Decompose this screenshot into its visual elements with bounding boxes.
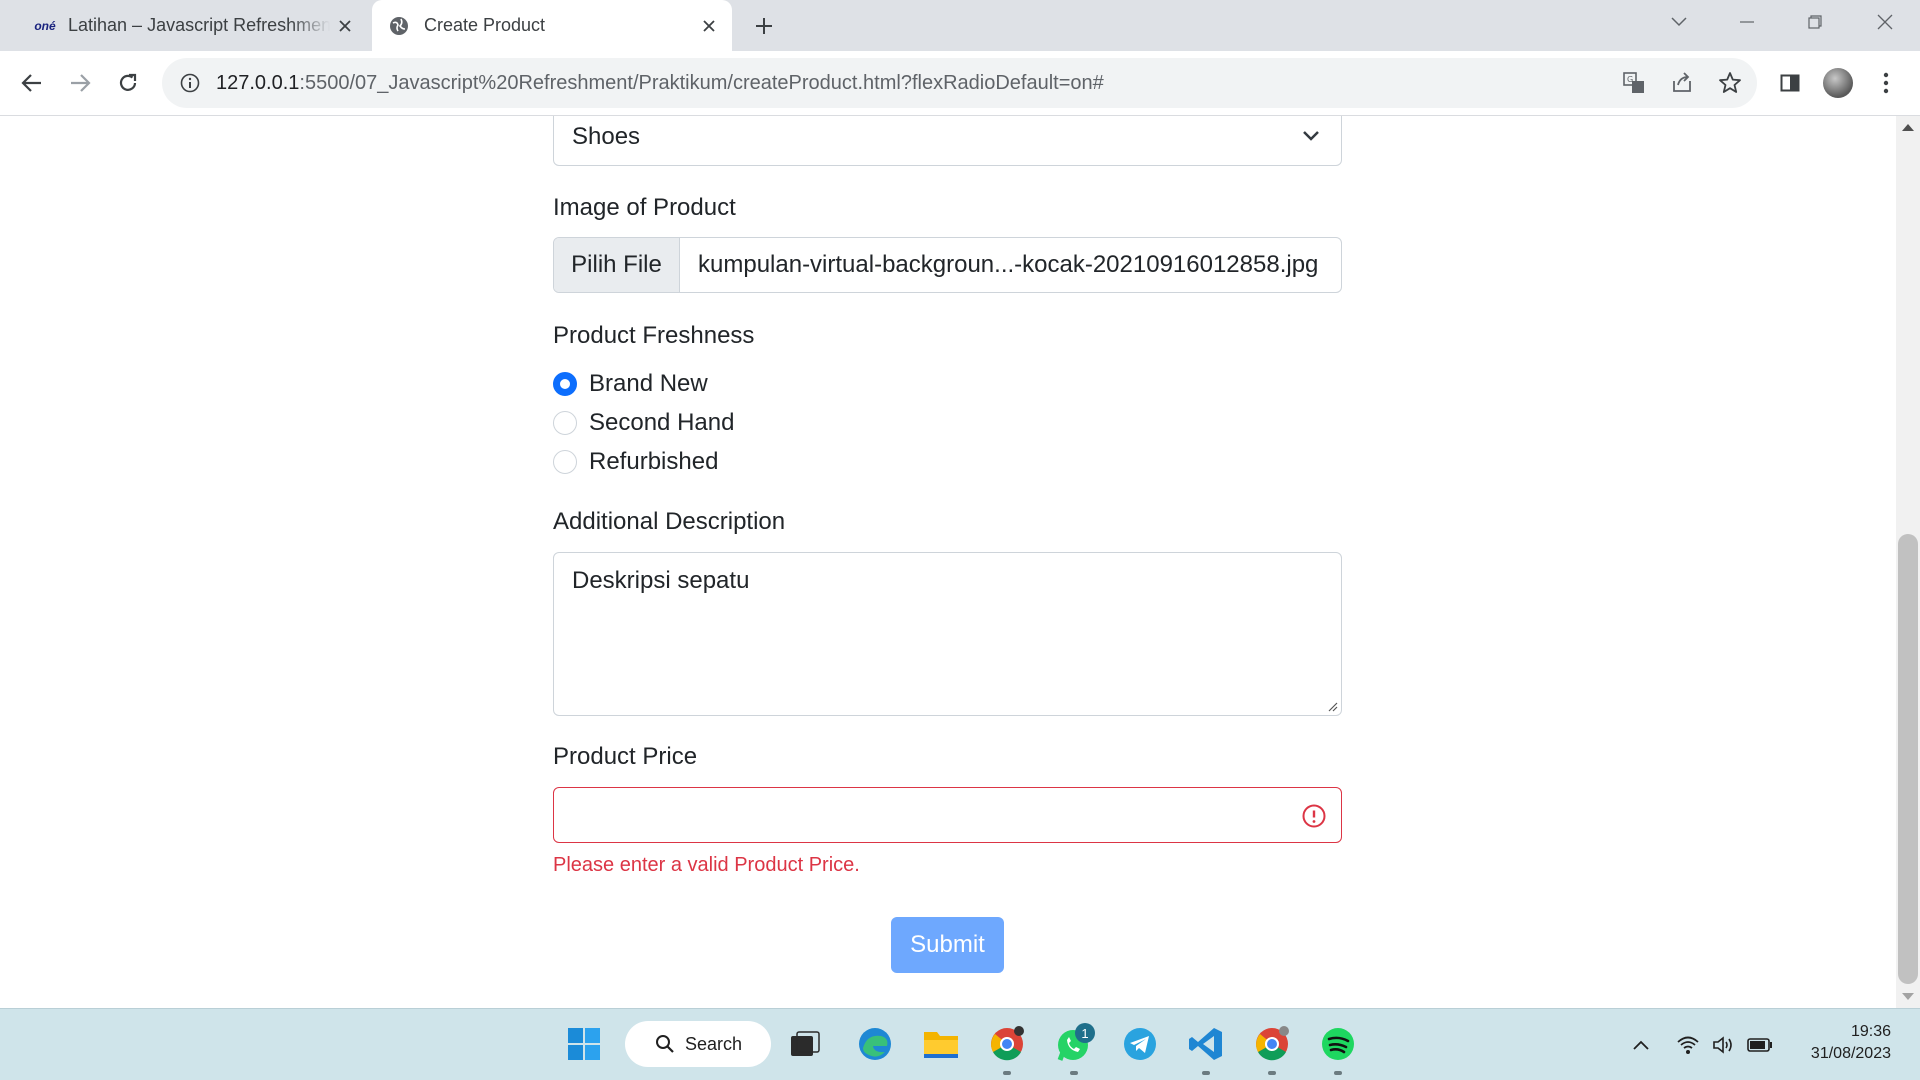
vscode-icon [1189,1028,1222,1060]
translate-icon[interactable]: G [1620,69,1648,97]
avatar [1823,68,1853,98]
windows-logo-icon [568,1028,600,1060]
edge-icon [859,1028,891,1060]
page-scrollbar[interactable] [1896,116,1920,1008]
tab-latihan[interactable]: oné Latihan – Javascript Refreshment [16,0,368,51]
windows-taskbar: Search 1 19:36 31/08/2023 [0,1008,1920,1080]
task-view-icon [791,1031,820,1056]
task-view-button[interactable] [782,1021,828,1067]
description-label: Additional Description [553,508,786,535]
spotify-app[interactable] [1315,1021,1361,1075]
side-panel-icon[interactable] [1770,63,1810,103]
spotify-icon [1322,1028,1354,1060]
file-explorer-app[interactable] [918,1021,964,1067]
price-label: Product Price [553,743,698,770]
close-tab-icon[interactable] [330,11,360,41]
chrome-profile-app[interactable] [1249,1021,1295,1075]
scroll-up-arrow-icon[interactable] [1902,124,1914,131]
address-bar[interactable]: 127.0.0.1:5500/07_Javascript%20Refreshme… [162,58,1757,108]
tab-title: Latihan – Javascript Refreshment [68,15,330,35]
radio-label: Refurbished [589,448,719,475]
page-viewport: Shoes Image of Product Pilih File kumpul… [0,116,1896,1008]
price-input[interactable] [553,787,1342,843]
category-select-value: Shoes [572,123,641,150]
image-label: Image of Product [553,194,736,221]
tab-title: Create Product [424,15,546,35]
category-select[interactable]: Shoes [553,116,1342,166]
search-icon [656,1035,674,1053]
reload-button[interactable] [108,63,148,103]
system-clock[interactable]: 19:36 31/08/2023 [1811,1021,1891,1065]
tab-strip: oné Latihan – Javascript Refreshment Cre… [0,0,1920,51]
radio-label: Brand New [589,370,708,397]
resize-grip-icon[interactable] [1326,700,1338,712]
radio-label: Second Hand [589,409,735,436]
close-tab-icon[interactable] [694,11,724,41]
chrome-icon [1256,1026,1289,1061]
description-text: Deskripsi sepatu [572,567,750,594]
search-label: Search [685,1033,743,1054]
running-indicator [1202,1071,1210,1075]
telegram-app[interactable] [1117,1021,1163,1067]
site-info-icon[interactable] [178,71,202,95]
url-text: 127.0.0.1:5500/07_Javascript%20Refreshme… [216,71,1104,94]
running-indicator [1070,1071,1078,1075]
svg-text:G: G [1627,75,1633,84]
restore-button[interactable] [1781,0,1849,44]
forward-button[interactable] [60,63,100,103]
radio-second-hand[interactable]: Second Hand [553,409,734,437]
menu-kebab-icon[interactable] [1866,63,1906,103]
image-file-input[interactable]: Pilih File kumpulan-virtual-backgroun...… [553,237,1342,293]
whatsapp-app[interactable]: 1 [1051,1021,1097,1075]
tab-create-product[interactable]: Create Product [372,0,732,51]
scroll-down-arrow-icon[interactable] [1902,993,1914,1000]
running-indicator [1003,1071,1011,1075]
profile-avatar[interactable] [1818,63,1858,103]
vscode-app[interactable] [1183,1021,1229,1075]
submit-button[interactable]: Submit [891,917,1004,973]
browser-toolbar: 127.0.0.1:5500/07_Javascript%20Refreshme… [0,51,1920,116]
edge-app[interactable] [852,1021,898,1067]
scrollbar-thumb[interactable] [1898,534,1918,984]
clock-date: 31/08/2023 [1810,1045,1891,1062]
show-hidden-icons-chevron-icon[interactable] [1627,1031,1655,1059]
clock-time: 19:36 [1850,1023,1891,1040]
freshness-label: Product Freshness [553,322,755,349]
one-logo-icon: oné [34,18,56,33]
bookmark-star-icon[interactable] [1716,69,1744,97]
start-button[interactable] [561,1021,607,1067]
choose-file-button[interactable]: Pilih File [554,238,680,292]
telegram-icon [1124,1028,1156,1060]
running-indicator [1268,1071,1276,1075]
back-button[interactable] [12,63,52,103]
error-icon [1302,804,1326,828]
radio-button[interactable] [553,411,577,435]
chrome-app[interactable] [984,1021,1030,1075]
description-textarea[interactable]: Deskripsi sepatu [553,552,1342,716]
radio-button[interactable] [553,372,577,396]
notification-badge: 1 [1075,1023,1095,1043]
taskbar-search[interactable]: Search [625,1021,771,1067]
tab-search-chevron-icon[interactable] [1645,0,1713,44]
globe-icon [388,15,410,37]
minimize-button[interactable] [1713,0,1781,44]
file-name: kumpulan-virtual-backgroun...-kocak-2021… [698,251,1319,278]
chrome-icon [991,1026,1024,1061]
new-tab-button[interactable] [748,10,780,42]
price-error-message: Please enter a valid Product Price. [553,854,860,876]
close-window-button[interactable] [1851,0,1919,44]
share-icon[interactable] [1668,69,1696,97]
running-indicator [1334,1071,1342,1075]
volume-icon[interactable] [1710,1031,1738,1059]
folder-icon [924,1032,958,1058]
wifi-icon[interactable] [1674,1031,1702,1059]
radio-button[interactable] [553,450,577,474]
battery-icon[interactable] [1746,1031,1774,1059]
radio-refurbished[interactable]: Refurbished [553,448,718,476]
chevron-down-icon [1303,131,1319,141]
radio-brand-new[interactable]: Brand New [553,370,708,398]
